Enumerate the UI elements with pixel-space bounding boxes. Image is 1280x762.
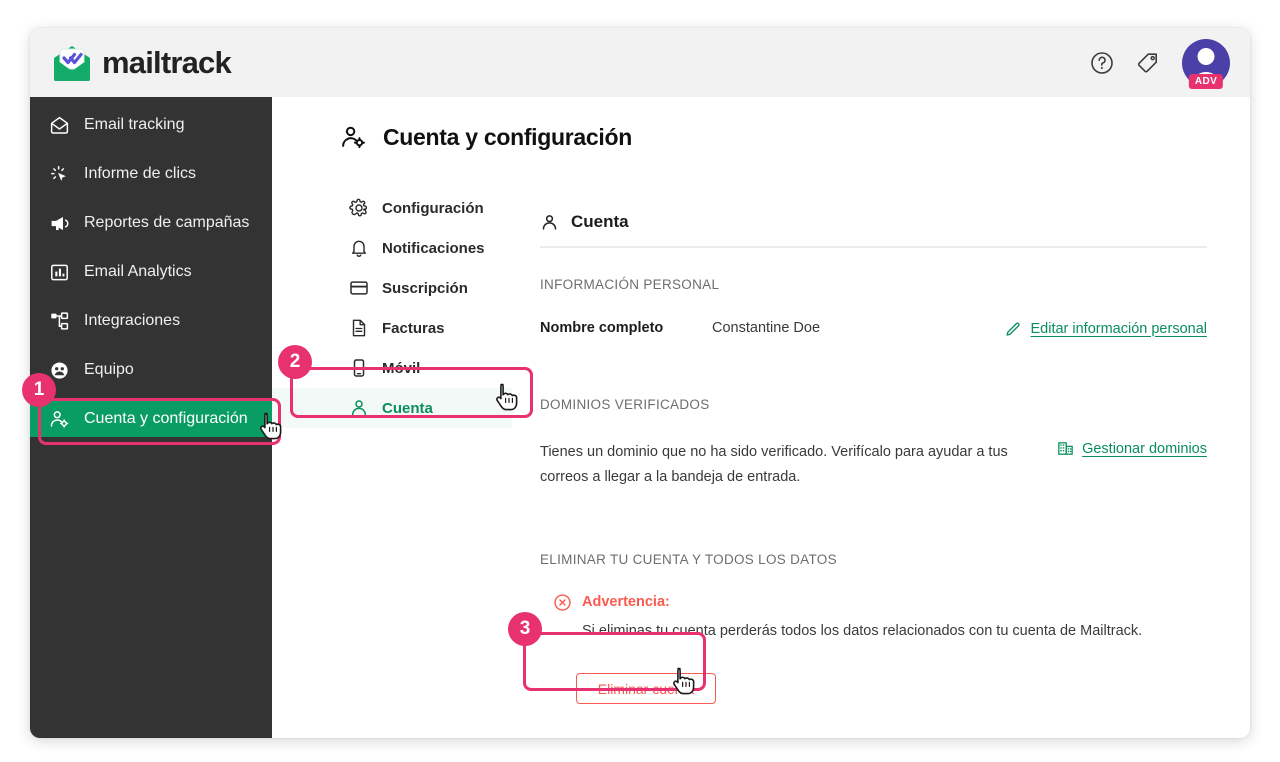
sidebar-item-label: Informe de clics <box>84 165 197 182</box>
app-window: mailtrack ADV Email tracking Informe de … <box>30 28 1250 738</box>
building-grid-icon <box>1058 442 1073 455</box>
delete-account-button[interactable]: Eliminar cuenta <box>576 673 716 704</box>
nodes-icon <box>49 311 70 332</box>
full-name-label: Nombre completo <box>540 320 664 336</box>
app-header: mailtrack ADV <box>30 28 1250 97</box>
section-header: Cuenta <box>540 212 1240 232</box>
sidebar-item-informe-de-clics[interactable]: Informe de clics <box>30 156 272 192</box>
submenu-item-label: Notificaciones <box>382 239 485 257</box>
gear-icon <box>349 198 369 218</box>
sidebar-item-cuenta-y-configuracion[interactable]: Cuenta y configuración <box>30 401 272 437</box>
sidebar-item-label: Integraciones <box>84 312 181 329</box>
sidebar-item-label: Reportes de campañas <box>84 214 250 231</box>
user-gear-icon <box>49 409 70 430</box>
envelope-icon <box>49 115 70 136</box>
document-icon <box>349 318 369 338</box>
submenu-item-label: Cuenta <box>382 399 433 417</box>
sidebar-item-label: Email Analytics <box>84 263 192 280</box>
submenu-item-label: Facturas <box>382 319 445 337</box>
warning-description: Si eliminas tu cuenta perderás todos los… <box>582 622 1143 639</box>
sidebar-item-integraciones[interactable]: Integraciones <box>30 303 272 339</box>
page-title: Cuenta y configuración <box>383 124 632 150</box>
brand-logo-link[interactable]: mailtrack <box>51 44 232 82</box>
brand-name: mailtrack <box>102 44 232 80</box>
user-gear-icon <box>342 126 365 149</box>
sidebar-item-label: Email tracking <box>84 116 185 133</box>
domains-row: Tienes un dominio que no ha sido verific… <box>540 440 1207 490</box>
domains-group-label: DOMINIOS VERIFICADOS <box>540 397 710 412</box>
sidebar-item-label: Cuenta y configuración <box>84 410 248 427</box>
personal-info-group-label: INFORMACIÓN PERSONAL <box>540 277 720 292</box>
price-tag-icon[interactable] <box>1136 51 1160 75</box>
domains-description: Tienes un dominio que no ha sido verific… <box>540 444 1008 485</box>
sidebar: Email tracking Informe de clics Reportes… <box>30 97 272 738</box>
full-name-row: Nombre completo Constantine Doe Editar i… <box>540 320 1207 337</box>
section-title: Cuenta <box>571 212 629 231</box>
header-actions: ADV <box>1090 28 1230 97</box>
full-name-value: Constantine Doe <box>712 320 821 336</box>
sidebar-item-reportes-de-campanas[interactable]: Reportes de campañas <box>30 205 272 241</box>
delete-warning-block: Advertencia: Si eliminas tu cuenta perde… <box>553 593 1240 639</box>
mailtrack-envelope-logo <box>54 45 90 81</box>
bell-icon <box>349 238 369 258</box>
sidebar-item-equipo[interactable]: Equipo <box>30 352 272 388</box>
megaphone-icon <box>49 213 70 234</box>
submenu-item-cuenta[interactable]: Cuenta <box>272 388 512 428</box>
user-icon <box>540 213 559 232</box>
submenu-item-suscripcion[interactable]: Suscripción <box>272 268 512 308</box>
click-cursor-icon <box>49 164 70 185</box>
mobile-phone-icon <box>349 358 369 378</box>
user-icon <box>349 398 369 418</box>
main-content: Cuenta y configuración Cuenta INFORMACIÓ… <box>342 124 1240 639</box>
bar-chart-icon <box>49 262 70 283</box>
sidebar-item-label: Equipo <box>84 361 134 378</box>
step-badge-1: 1 <box>22 373 56 407</box>
manage-domains-link[interactable]: Gestionar dominios <box>1057 440 1207 457</box>
avatar[interactable]: ADV <box>1182 38 1230 89</box>
submenu-item-label: Móvil <box>382 359 421 377</box>
settings-submenu: Configuración Notificaciones Suscripción <box>272 188 512 428</box>
step-badge-2: 2 <box>278 345 312 379</box>
credit-card-icon <box>349 278 369 298</box>
sidebar-item-email-tracking[interactable]: Email tracking <box>30 107 272 143</box>
people-icon <box>49 360 70 381</box>
warning-header: Advertencia: <box>553 593 1240 612</box>
sidebar-item-email-analytics[interactable]: Email Analytics <box>30 254 272 290</box>
manage-domains-label: Gestionar dominios <box>1082 440 1207 457</box>
avatar-plan-badge: ADV <box>1188 73 1224 89</box>
pencil-icon <box>1006 322 1021 336</box>
submenu-item-facturas[interactable]: Facturas <box>272 308 512 348</box>
edit-personal-info-link[interactable]: Editar información personal <box>1005 320 1207 337</box>
edit-personal-info-label: Editar información personal <box>1030 320 1207 337</box>
delete-account-group-label: ELIMINAR TU CUENTA Y TODOS LOS DATOS <box>540 551 837 567</box>
submenu-item-notificaciones[interactable]: Notificaciones <box>272 228 512 268</box>
section-divider <box>540 246 1207 248</box>
page-title-row: Cuenta y configuración <box>340 124 1240 151</box>
submenu-item-label: Suscripción <box>382 279 468 297</box>
help-circle-icon[interactable] <box>1090 51 1114 75</box>
submenu-item-label: Configuración <box>382 199 484 217</box>
warning-title: Advertencia: <box>582 594 670 611</box>
submenu-item-configuracion[interactable]: Configuración <box>272 188 512 228</box>
step-badge-3: 3 <box>508 612 542 646</box>
error-circle-x-icon <box>554 594 571 611</box>
